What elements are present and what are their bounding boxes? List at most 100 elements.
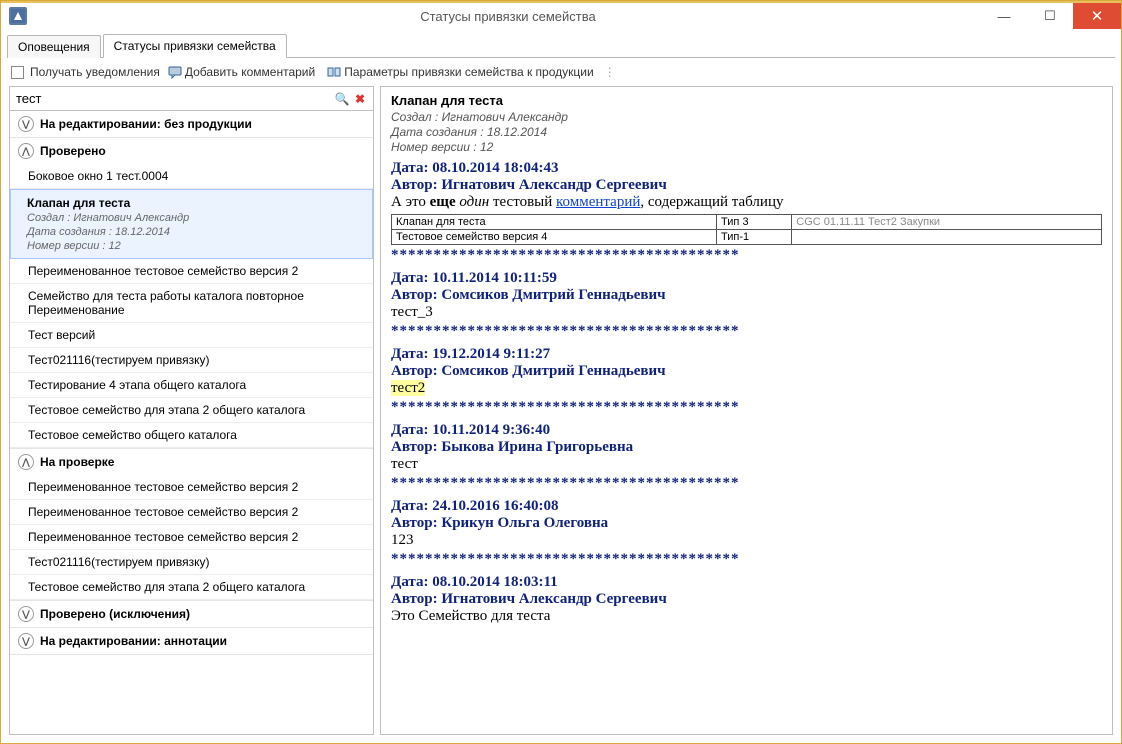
item-title: Переименованное тестовое семейство верси… xyxy=(28,505,363,519)
list-item[interactable]: Тест версий xyxy=(10,323,373,348)
entry-date: Дата: 19.12.2014 9:11:27 xyxy=(391,346,1102,363)
chevron-down-icon: ⋁ xyxy=(18,633,34,649)
left-panel: 🔍 ✖ ⋁На редактировании: без продукции ⋀ Пр… xyxy=(9,86,374,735)
table-cell: CGC 01.11.11 Тест2 Закупки xyxy=(792,215,1102,230)
list-item[interactable]: Семейство для теста работы каталога повт… xyxy=(10,284,373,323)
group-title: На редактировании: аннотации xyxy=(40,634,227,648)
detail-meta: Номер версии : 12 xyxy=(391,140,1102,154)
entry-date: Дата: 24.10.2016 16:40:08 xyxy=(391,498,1102,515)
item-title: Тестовое семейство для этапа 2 общего ка… xyxy=(28,403,363,417)
clear-search-icon[interactable]: ✖ xyxy=(351,92,369,106)
entry-body: тест xyxy=(391,456,1102,473)
entry-author: Автор: Игнатович Александр Сергеевич xyxy=(391,591,1102,608)
entry-body: тест_3 xyxy=(391,304,1102,321)
comment-entry: Дата: 19.12.2014 9:11:27Автор: Сомсиков … xyxy=(391,346,1102,397)
tab-inactive[interactable]: Оповещения xyxy=(7,35,101,58)
list-item[interactable]: Тестовое семейство для этапа 2 общего ка… xyxy=(10,575,373,600)
list-item[interactable]: Тестовое семейство для этапа 2 общего ка… xyxy=(10,398,373,423)
search-input[interactable] xyxy=(10,87,333,110)
item-title: Боковое окно 1 тест.0004 xyxy=(28,169,363,183)
list-item[interactable]: Тест021116(тестируем привязку) xyxy=(10,550,373,575)
comment-entry: Дата: 10.11.2014 10:11:59Автор: Сомсиков… xyxy=(391,270,1102,321)
titlebar: Статусы привязки семейства — ☐ ✕ xyxy=(1,1,1121,29)
comment-entry: Дата: 08.10.2014 18:04:43Автор: Игнатови… xyxy=(391,160,1102,245)
item-title: Тестовое семейство общего каталога xyxy=(28,428,363,442)
separator-stars: ****************************************… xyxy=(391,399,1102,416)
group-title: Проверено (исключения) xyxy=(40,607,190,621)
table-cell: Тип 3 xyxy=(717,215,792,230)
app-window: Статусы привязки семейства — ☐ ✕ Оповеще… xyxy=(0,0,1122,744)
comment-icon xyxy=(168,65,182,79)
detail-panel: Клапан для теста Создал : Игнатович Алекс… xyxy=(380,86,1113,735)
maximize-button[interactable]: ☐ xyxy=(1027,3,1073,29)
entry-author: Автор: Быкова Ирина Григорьевна xyxy=(391,439,1102,456)
tab-bar: ОповещенияСтатусы привязки семейства xyxy=(1,29,1121,57)
family-tree: ⋁На редактировании: без продукции ⋀ Провер… xyxy=(10,111,373,734)
minimize-button[interactable]: — xyxy=(981,3,1027,29)
search-row: 🔍 ✖ xyxy=(10,87,373,111)
group-header[interactable]: ⋁ На редактировании: аннотации xyxy=(10,628,373,654)
group-header[interactable]: ⋁ Проверено (исключения) xyxy=(10,601,373,627)
detail-meta: Дата создания : 18.12.2014 xyxy=(391,125,1102,139)
detail-meta: Создал : Игнатович Александр xyxy=(391,110,1102,124)
group-title: Проверено xyxy=(40,144,106,158)
entry-author: Автор: Сомсиков Дмитрий Геннадьевич xyxy=(391,287,1102,304)
detail-title: Клапан для теста xyxy=(391,93,1102,108)
list-item[interactable]: Тест021116(тестируем привязку) xyxy=(10,348,373,373)
entry-date: Дата: 08.10.2014 18:04:43 xyxy=(391,160,1102,177)
separator-stars: ****************************************… xyxy=(391,551,1102,568)
comment-entry: Дата: 24.10.2016 16:40:08Автор: Крикун О… xyxy=(391,498,1102,549)
receive-checkbox[interactable] xyxy=(11,66,24,79)
entry-body: тест2 xyxy=(391,380,1102,397)
params-button[interactable]: Параметры привязки семейства к продукции xyxy=(323,63,597,81)
entry-date: Дата: 10.11.2014 10:11:59 xyxy=(391,270,1102,287)
list-item[interactable]: Тестовое семейство общего каталога xyxy=(10,423,373,448)
item-title: Тестирование 4 этапа общего каталога xyxy=(28,378,363,392)
item-meta: Создал : Игнатович Александр xyxy=(27,212,362,224)
entry-author: Автор: Сомсиков Дмитрий Геннадьевич xyxy=(391,363,1102,380)
add-comment-button[interactable]: Добавить комментарий xyxy=(164,63,319,81)
list-item[interactable]: Тестирование 4 этапа общего каталога xyxy=(10,373,373,398)
item-title: Семейство для теста работы каталога повт… xyxy=(28,289,363,317)
list-item[interactable]: Переименованное тестовое семейство верси… xyxy=(10,259,373,284)
group-header[interactable]: ⋀ Проверено xyxy=(10,138,373,164)
item-title: Тест021116(тестируем привязку) xyxy=(28,555,363,569)
group-title: На проверке xyxy=(40,455,114,469)
item-meta: Дата создания : 18.12.2014 xyxy=(27,226,362,238)
list-item[interactable]: Переименованное тестовое семейство верси… xyxy=(10,525,373,550)
item-title: Тест версий xyxy=(28,328,363,342)
chevron-down-icon: ⋁ xyxy=(18,116,34,132)
item-title: Переименованное тестовое семейство верси… xyxy=(28,480,363,494)
window-title: Статусы привязки семейства xyxy=(35,9,981,24)
content-area: 🔍 ✖ ⋁На редактировании: без продукции ⋀ Пр… xyxy=(1,86,1121,743)
entry-body: А это еще один тестовый комментарий, сод… xyxy=(391,194,1102,211)
item-meta: Номер версии : 12 xyxy=(27,240,362,252)
entry-author: Автор: Крикун Ольга Олеговна xyxy=(391,515,1102,532)
chevron-down-icon: ⋁ xyxy=(18,606,34,622)
group-header[interactable]: ⋁На редактировании: без продукции xyxy=(10,111,373,137)
toolbar-separator: ⋮ xyxy=(604,65,616,79)
separator-stars: ****************************************… xyxy=(391,323,1102,340)
receive-label: Получать уведомления xyxy=(30,65,160,79)
window-buttons: — ☐ ✕ xyxy=(981,3,1121,29)
item-title: Клапан для теста xyxy=(27,196,362,210)
entry-table: Клапан для тестаТип 3CGC 01.11.11 Тест2 … xyxy=(391,214,1102,245)
entry-body: Это Семейство для теста xyxy=(391,608,1102,625)
comment-entry: Дата: 08.10.2014 18:03:11Автор: Игнатови… xyxy=(391,574,1102,625)
table-cell: Тестовое семейство версия 4 xyxy=(392,230,717,245)
list-item[interactable]: Боковое окно 1 тест.0004 xyxy=(10,164,373,189)
entry-body: 123 xyxy=(391,532,1102,549)
search-icon[interactable]: 🔍 xyxy=(333,92,351,106)
separator-stars: ****************************************… xyxy=(391,475,1102,492)
list-item[interactable]: Переименованное тестовое семейство верси… xyxy=(10,500,373,525)
close-button[interactable]: ✕ xyxy=(1073,3,1121,29)
list-item[interactable]: Переименованное тестовое семейство верси… xyxy=(10,475,373,500)
chevron-up-icon: ⋀ xyxy=(18,143,34,159)
list-item[interactable]: Клапан для теста Создал : Игнатович Алекс… xyxy=(10,189,373,259)
table-cell: Клапан для теста xyxy=(392,215,717,230)
params-icon xyxy=(327,65,341,79)
group-header[interactable]: ⋀На проверке xyxy=(10,449,373,475)
item-title: Тест021116(тестируем привязку) xyxy=(28,353,363,367)
item-title: Тестовое семейство для этапа 2 общего ка… xyxy=(28,580,363,594)
tab-active[interactable]: Статусы привязки семейства xyxy=(103,34,287,58)
